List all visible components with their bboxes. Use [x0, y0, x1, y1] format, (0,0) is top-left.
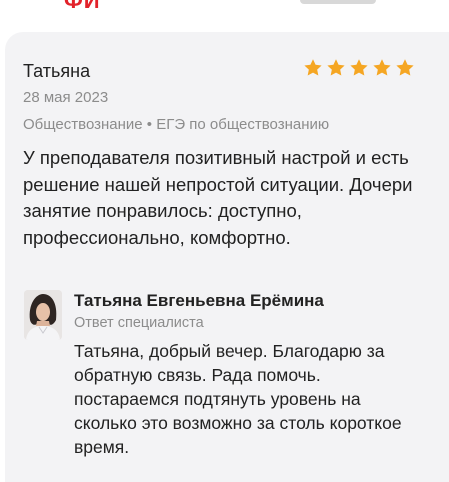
review-date: 28 мая 2023 — [23, 89, 109, 106]
brand-logo-fragment: ФИ — [64, 0, 101, 13]
expert-name[interactable]: Татьяна Евгеньевна Ерёмина — [74, 291, 324, 311]
star-icon — [327, 59, 345, 76]
star-icon — [350, 59, 368, 76]
star-icon — [304, 59, 322, 76]
review-text: У преподавателя позитивный настрой и ест… — [23, 147, 413, 248]
header-link-fragment[interactable] — [300, 0, 376, 4]
avatar[interactable] — [24, 290, 62, 340]
top-bar: ФИ — [0, 0, 449, 13]
star-icon — [396, 59, 414, 76]
expert-reply-text: Татьяна, добрый вечер. Благодарю за обра… — [74, 341, 402, 457]
expert-photo — [24, 290, 62, 340]
review-subject-tags: Обществознание • ЕГЭ по обществознанию — [23, 116, 330, 133]
expert-role-label: Ответ специалиста — [74, 315, 204, 331]
reviewer-name: Татьяна — [23, 61, 91, 81]
star-icon — [373, 59, 391, 76]
rating-stars — [303, 58, 415, 78]
